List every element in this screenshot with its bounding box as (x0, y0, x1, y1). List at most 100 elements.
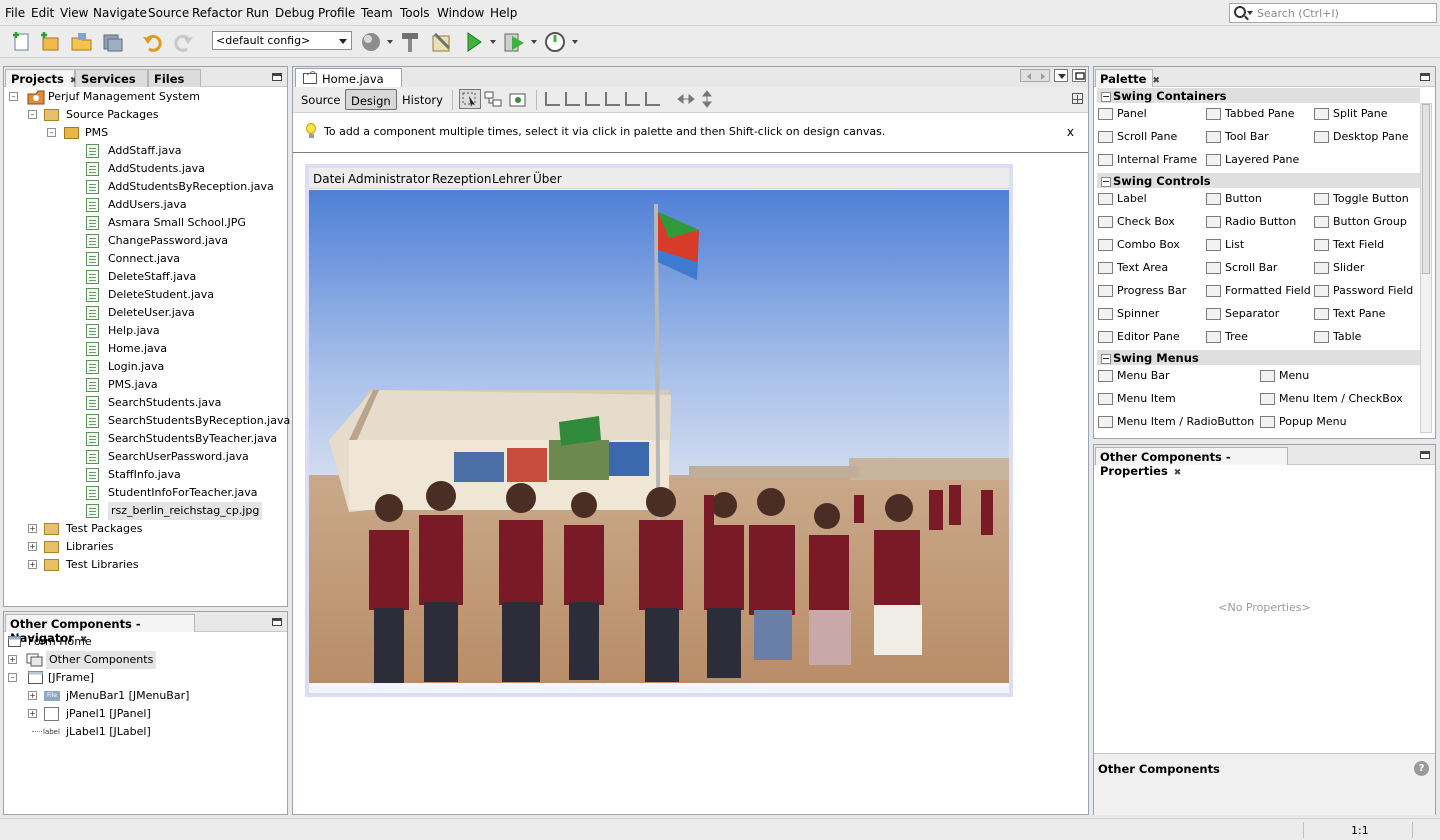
palette-item-menu-item-radiobutton[interactable]: Menu Item / RadioButton (1098, 415, 1254, 428)
tree-node-file[interactable]: rsz_berlin_reichstag_cp.jpg (80, 502, 270, 520)
debug-dropdown-icon[interactable] (531, 40, 537, 47)
palette-item-label[interactable]: Label (1098, 192, 1147, 205)
palette-item-progress-bar[interactable]: Progress Bar (1098, 284, 1186, 297)
view-source-button[interactable]: Source (296, 89, 346, 110)
palette-item-scroll-pane[interactable]: Scroll Pane (1098, 130, 1177, 143)
tab-palette[interactable]: Palette ✖ (1095, 69, 1160, 87)
menu-file[interactable]: File (5, 6, 25, 20)
grid-icon[interactable] (1072, 93, 1083, 104)
nav-node-jlabel[interactable]: label jLabel1 [JLabel] (28, 723, 228, 741)
nav-node-jframe[interactable]: – [JFrame] (8, 669, 208, 687)
menu-help[interactable]: Help (490, 6, 517, 20)
align-center-icon[interactable] (585, 92, 600, 106)
form-menu-administrator[interactable]: Administrator (348, 172, 430, 186)
profile-dropdown-icon[interactable] (572, 40, 578, 47)
tree-node-file[interactable]: AddStudents.java (80, 160, 270, 178)
tree-node-source-packages[interactable]: – Source Packages (28, 106, 228, 124)
hint-close-button[interactable]: x (1067, 125, 1074, 139)
run-dropdown-icon[interactable] (490, 40, 496, 47)
design-canvas[interactable]: Datei Administrator Rezeption Lehrer Übe… (305, 164, 1013, 697)
palette-scrollbar[interactable] (1420, 103, 1432, 433)
tree-node-file[interactable]: DeleteUser.java (80, 304, 270, 322)
tree-node-libraries[interactable]: + Libraries (28, 538, 228, 556)
tree-node-file[interactable]: SearchStudentsByTeacher.java (80, 430, 277, 448)
palette-item-formatted-field[interactable]: Formatted Field (1206, 284, 1311, 297)
help-icon[interactable]: ? (1414, 761, 1429, 776)
palette-item-panel[interactable]: Panel (1098, 107, 1147, 120)
nav-node-form[interactable]: Form Home (8, 633, 208, 651)
palette-category-swing-controls[interactable]: Swing Controls (1097, 173, 1420, 188)
palette-item-button[interactable]: Button (1206, 192, 1262, 205)
tree-node-file[interactable]: Login.java (80, 358, 270, 376)
menu-edit[interactable]: Edit (31, 6, 54, 20)
globe-icon[interactable] (359, 30, 383, 54)
nav-node-jmenubar[interactable]: + File jMenuBar1 [JMenuBar] (28, 687, 228, 705)
tab-properties[interactable]: Other Components - Properties ✖ (1095, 447, 1288, 478)
palette-item-menu-item-checkbox[interactable]: Menu Item / CheckBox (1260, 392, 1403, 405)
minimize-icon[interactable] (272, 73, 282, 81)
build-hammer-icon[interactable] (398, 30, 422, 54)
palette-item-layered-pane[interactable]: Layered Pane (1206, 153, 1299, 166)
tree-node-test-packages[interactable]: + Test Packages (28, 520, 228, 538)
menu-view[interactable]: View (60, 6, 88, 20)
align-left-icon[interactable] (545, 92, 560, 106)
expand-icon[interactable]: + (28, 709, 37, 718)
palette-item-text-area[interactable]: Text Area (1098, 261, 1168, 274)
palette-item-popup-menu[interactable]: Popup Menu (1260, 415, 1347, 428)
expand-icon[interactable]: + (28, 542, 37, 551)
tab-home-java[interactable]: Home.java ✖ (295, 68, 402, 100)
search-dropdown-icon[interactable] (1247, 11, 1253, 18)
tree-node-file[interactable]: StudentInfoForTeacher.java (80, 484, 270, 502)
search-input[interactable]: Search (Ctrl+I) (1229, 3, 1437, 23)
nav-node-other-components[interactable]: + Other Components (8, 651, 208, 669)
redo-icon[interactable] (171, 30, 195, 54)
palette-category-swing-menus[interactable]: Swing Menus (1097, 350, 1420, 365)
tab-list-button[interactable] (1054, 69, 1068, 82)
debug-icon[interactable] (502, 30, 526, 54)
menu-run[interactable]: Run (246, 6, 269, 20)
palette-item-toggle-button[interactable]: Toggle Button (1314, 192, 1409, 205)
palette-item-tool-bar[interactable]: Tool Bar (1206, 130, 1269, 143)
menu-debug[interactable]: Debug (275, 6, 314, 20)
palette-item-text-pane[interactable]: Text Pane (1314, 307, 1385, 320)
view-history-button[interactable]: History (397, 89, 448, 110)
form-menu-rezeption[interactable]: Rezeption (432, 172, 491, 186)
tree-node-file[interactable]: DeleteStaff.java (80, 268, 270, 286)
view-design-button[interactable]: Design (345, 89, 397, 110)
maximize-button[interactable] (1072, 69, 1086, 82)
connection-mode-icon[interactable] (484, 90, 502, 108)
selection-mode-icon[interactable] (459, 89, 481, 109)
palette-category-swing-containers[interactable]: Swing Containers (1097, 88, 1420, 103)
expand-icon[interactable]: + (28, 691, 37, 700)
tree-node-file[interactable]: PMS.java (80, 376, 270, 394)
minimize-icon[interactable] (272, 618, 282, 626)
profile-icon[interactable] (543, 30, 567, 54)
palette-item-separator[interactable]: Separator (1206, 307, 1279, 320)
close-icon[interactable]: ✖ (1152, 76, 1160, 86)
tree-node-file[interactable]: AddUsers.java (80, 196, 270, 214)
palette-item-scroll-bar[interactable]: Scroll Bar (1206, 261, 1277, 274)
palette-item-radio-button[interactable]: Radio Button (1206, 215, 1296, 228)
new-project-icon[interactable] (38, 30, 62, 54)
form-menu-lehrer[interactable]: Lehrer (492, 172, 530, 186)
align-right-icon[interactable] (565, 92, 580, 106)
menu-window[interactable]: Window (437, 6, 484, 20)
tree-node-file[interactable]: SearchUserPassword.java (80, 448, 270, 466)
tree-node-file[interactable]: Home.java (80, 340, 270, 358)
palette-item-internal-frame[interactable]: Internal Frame (1098, 153, 1197, 166)
palette-item-combo-box[interactable]: Combo Box (1098, 238, 1180, 251)
menu-navigate[interactable]: Navigate (93, 6, 147, 20)
minimize-icon[interactable] (1420, 451, 1430, 459)
tree-node-package[interactable]: – PMS (47, 124, 247, 142)
tree-node-file[interactable]: Connect.java (80, 250, 270, 268)
tab-files[interactable]: Files (148, 69, 201, 87)
collapse-icon[interactable]: – (28, 110, 37, 119)
palette-item-desktop-pane[interactable]: Desktop Pane (1314, 130, 1408, 143)
tree-node-file[interactable]: StaffInfo.java (80, 466, 270, 484)
new-file-icon[interactable] (10, 30, 34, 54)
tree-node-file[interactable]: AddStudentsByReception.java (80, 178, 274, 196)
resize-horizontal-icon[interactable] (677, 91, 695, 107)
expand-icon[interactable]: + (28, 524, 37, 533)
resize-vertical-icon[interactable] (700, 90, 714, 108)
tree-node-file[interactable]: Asmara Small School.JPG (80, 214, 270, 232)
